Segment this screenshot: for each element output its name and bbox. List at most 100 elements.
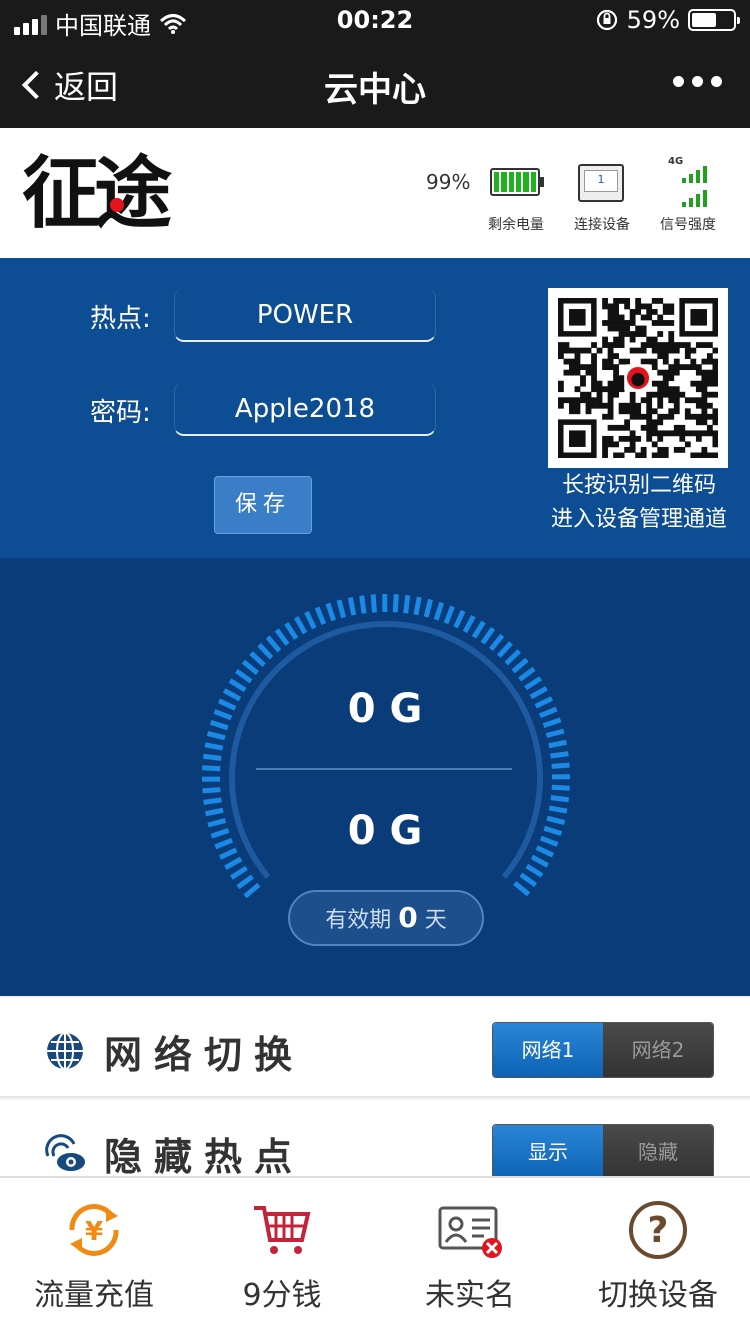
gauge-tick xyxy=(392,594,399,613)
signal-label: 信号强度 xyxy=(660,217,716,233)
battery-label: 剩余电量 xyxy=(488,217,544,233)
gauge-tick xyxy=(202,765,221,772)
tab-unverified-label: 未实名 xyxy=(425,1278,515,1313)
more-dots-icon[interactable] xyxy=(673,76,722,87)
tab-switch-device-label: 切换设备 xyxy=(598,1278,718,1313)
gauge-tick xyxy=(550,795,570,803)
gauge-tick xyxy=(480,626,496,645)
gauge-tick xyxy=(423,598,433,618)
gauge-tick xyxy=(265,635,282,653)
network-1-option[interactable]: 网络1 xyxy=(493,1023,603,1077)
gauge-tick xyxy=(304,610,317,630)
gauge-tick xyxy=(403,594,411,614)
tab-recharge[interactable]: ¥ 流量充值 xyxy=(0,1178,188,1334)
battery-icon xyxy=(688,9,740,31)
network-switch-title: 网络切换 xyxy=(104,1033,305,1077)
gauge-tick xyxy=(234,668,253,684)
password-input[interactable]: Apple2018 xyxy=(174,382,436,436)
gauge-tick xyxy=(462,614,476,634)
gauge-tick xyxy=(518,666,536,682)
gauge-tick xyxy=(551,784,570,791)
qr-caption-line2: 进入设备管理通道 xyxy=(550,507,727,532)
svg-text:¥: ¥ xyxy=(85,1217,103,1247)
gauge-tick xyxy=(206,731,226,741)
hide-hotspot-toggle[interactable]: 显示 隐藏 xyxy=(492,1124,714,1176)
hide-option[interactable]: 隐藏 xyxy=(603,1125,713,1176)
gauge-tick xyxy=(370,594,377,613)
gauge-tick xyxy=(203,797,222,805)
yuan-recharge-icon: ¥ xyxy=(69,1204,119,1256)
device-battery-icon xyxy=(490,168,544,196)
network-2-option[interactable]: 网络2 xyxy=(603,1023,713,1077)
gauge-tick xyxy=(496,641,513,658)
svg-text:?: ? xyxy=(648,1210,669,1251)
network-switch-row: 网络切换 网络1 网络2 xyxy=(0,998,750,1098)
gauge-tick xyxy=(284,621,299,640)
remaining-data-value: 0 G xyxy=(347,808,423,854)
gauge-tick xyxy=(294,616,308,635)
page-title: 云中心 xyxy=(324,70,426,110)
orientation-lock-icon xyxy=(596,9,617,31)
gauge-tick xyxy=(433,601,445,621)
gauge-tick xyxy=(488,633,505,651)
status-bar: 中国联通 00:22 59% xyxy=(0,0,750,40)
data-usage-gauge: 0 G 0 G 有效期 0 天 xyxy=(0,558,750,996)
gauge-tick xyxy=(413,596,422,616)
question-circle-icon: ? xyxy=(629,1201,687,1259)
tab-switch-device[interactable]: ? 切换设备 xyxy=(564,1178,750,1334)
battery-percent: 59% xyxy=(626,6,680,34)
shopping-cart-icon xyxy=(254,1206,311,1254)
gauge-tick xyxy=(511,657,529,674)
gauge-tick xyxy=(504,649,521,666)
ssid-input[interactable]: POWER xyxy=(174,288,436,342)
tab-nine-cents[interactable]: 9分钱 xyxy=(188,1178,376,1334)
validity-badge: 有效期 0 天 xyxy=(288,890,484,946)
ssid-label: 热点: xyxy=(90,304,151,334)
save-button[interactable]: 保存 xyxy=(214,476,312,534)
gauge-tick xyxy=(224,856,243,870)
hotspot-settings: 热点: POWER 密码: Apple2018 保存 长按识别二维码 进入设备管… xyxy=(0,258,750,558)
eye-broadcast-icon xyxy=(45,1134,85,1171)
qr-caption-line1: 长按识别二维码 xyxy=(561,473,716,498)
gauge-tick xyxy=(453,609,466,629)
show-option[interactable]: 显示 xyxy=(493,1125,603,1176)
total-data-value: 0 G xyxy=(347,686,423,732)
gauge-tick xyxy=(336,599,347,619)
gauge-tick xyxy=(551,762,570,769)
tab-nine-cents-label: 9分钱 xyxy=(242,1278,322,1313)
signal-strength-icon: 4G xyxy=(668,156,708,208)
gauge-tick xyxy=(530,854,550,868)
hide-hotspot-row: 隐藏热点 显示 隐藏 xyxy=(0,1100,750,1176)
validity-days: 0 xyxy=(398,901,418,934)
gauge-tick xyxy=(347,597,357,616)
gauge-tick xyxy=(325,602,336,622)
gauge-tick xyxy=(241,659,259,676)
gauge-tick xyxy=(525,863,544,878)
gauge-tick xyxy=(202,753,222,761)
nav-bar: 返回 云中心 xyxy=(0,40,750,128)
bottom-tab-bar: ¥ 流量充值 9分钱 未实名 ? 切换设备 xyxy=(0,1176,750,1334)
device-battery-value: 99% xyxy=(426,170,471,194)
gauge-tick xyxy=(513,880,531,897)
gauge-tick xyxy=(519,872,538,888)
gauge-tick xyxy=(550,751,569,759)
gauge-tick xyxy=(471,620,486,639)
hide-hotspot-title: 隐藏热点 xyxy=(104,1135,305,1176)
network-toggle[interactable]: 网络1 网络2 xyxy=(492,1022,714,1078)
gauge-tick xyxy=(243,882,261,899)
tab-unverified[interactable]: 未实名 xyxy=(376,1178,564,1334)
device-header: 征途 99% 剩余电量 1 连接设备 4G 信号强度 xyxy=(0,128,750,258)
globe-icon xyxy=(47,1032,83,1070)
gauge-divider xyxy=(256,768,512,770)
device-label: 连接设备 xyxy=(574,217,630,233)
gauge-tick xyxy=(249,651,266,668)
qr-code[interactable] xyxy=(548,288,728,468)
gauge-tick xyxy=(202,787,221,794)
connected-device-icon: 1 xyxy=(578,164,624,202)
gauge-tick xyxy=(548,739,567,749)
gauge-tick xyxy=(257,643,274,660)
id-card-unverified-icon xyxy=(438,1206,502,1258)
gauge-tick xyxy=(314,606,327,626)
gauge-tick xyxy=(359,595,367,614)
brand-logo: 征途 xyxy=(22,149,172,239)
